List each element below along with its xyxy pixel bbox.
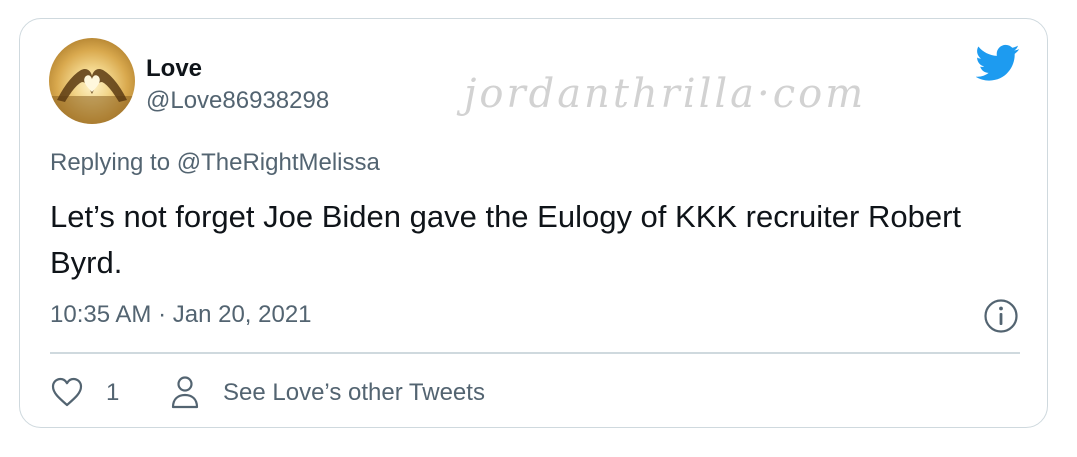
- avatar[interactable]: [49, 38, 135, 124]
- heart-hands-icon: [49, 68, 135, 124]
- person-icon[interactable]: [170, 375, 200, 409]
- watermark: jordanthrilla·com: [464, 71, 867, 117]
- replying-to-mention[interactable]: @TheRightMelissa: [177, 149, 380, 176]
- display-name[interactable]: Love: [146, 55, 202, 83]
- divider: [50, 352, 1020, 354]
- tweet-text: Let’s not forget Joe Biden gave the Eulo…: [50, 199, 962, 280]
- see-other-tweets-link[interactable]: See Love’s other Tweets: [223, 379, 485, 407]
- tweet-card[interactable]: Love @Love86938298 jordanthrilla·com Rep…: [19, 18, 1048, 428]
- tweet-timestamp[interactable]: 10:35 AM · Jan 20, 2021: [50, 301, 312, 329]
- info-icon[interactable]: [983, 298, 1019, 334]
- replying-prefix: Replying to: [50, 149, 171, 176]
- like-count[interactable]: 1: [106, 379, 119, 407]
- heart-icon[interactable]: [50, 376, 84, 408]
- replying-to: Replying to @TheRightMelissa: [50, 149, 380, 177]
- twitter-bird-icon[interactable]: [976, 44, 1020, 82]
- user-handle[interactable]: @Love86938298: [146, 87, 329, 115]
